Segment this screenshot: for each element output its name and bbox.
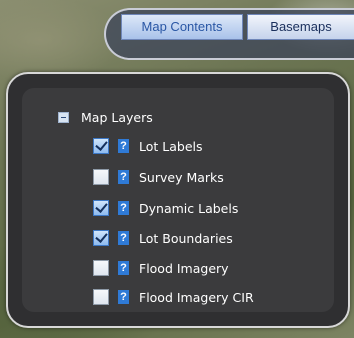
help-question-icon[interactable]: ? xyxy=(118,170,129,184)
layer-checkbox[interactable] xyxy=(93,138,109,154)
tab-map-contents[interactable]: Map Contents xyxy=(121,14,243,40)
layer-checkbox[interactable] xyxy=(93,169,109,185)
layer-row-lot-boundaries[interactable]: ? Lot Boundaries xyxy=(93,228,233,248)
help-question-icon[interactable]: ? xyxy=(118,261,129,275)
layer-label: Survey Marks xyxy=(139,169,224,185)
tab-basemaps[interactable]: Basemaps xyxy=(247,14,354,40)
layer-label: Dynamic Labels xyxy=(139,200,239,216)
tree-root-label: Map Layers xyxy=(81,109,153,125)
layer-checkbox[interactable] xyxy=(93,230,109,246)
help-question-icon[interactable]: ? xyxy=(118,201,129,215)
layer-row-flood-imagery-cir[interactable]: ? Flood Imagery CIR xyxy=(93,287,254,307)
help-question-icon[interactable]: ? xyxy=(118,290,129,304)
layer-label: Lot Labels xyxy=(139,138,203,154)
layer-row-flood-imagery[interactable]: ? Flood Imagery xyxy=(93,258,229,278)
layer-checkbox[interactable] xyxy=(93,289,109,305)
collapse-minus-icon[interactable] xyxy=(58,111,69,123)
layer-label: Lot Boundaries xyxy=(139,230,233,246)
layer-row-dynamic-labels[interactable]: ? Dynamic Labels xyxy=(93,198,238,218)
help-question-icon[interactable]: ? xyxy=(118,231,129,245)
layer-row-lot-labels[interactable]: ? Lot Labels xyxy=(93,136,203,156)
layer-label: Flood Imagery xyxy=(139,260,229,276)
tree-root-map-layers: Map Layers xyxy=(58,108,153,126)
layer-row-survey-marks[interactable]: ? Survey Marks xyxy=(93,167,224,187)
layer-checkbox[interactable] xyxy=(93,200,109,216)
layer-label: Flood Imagery CIR xyxy=(139,289,254,305)
layer-checkbox[interactable] xyxy=(93,260,109,276)
help-question-icon[interactable]: ? xyxy=(118,139,129,153)
